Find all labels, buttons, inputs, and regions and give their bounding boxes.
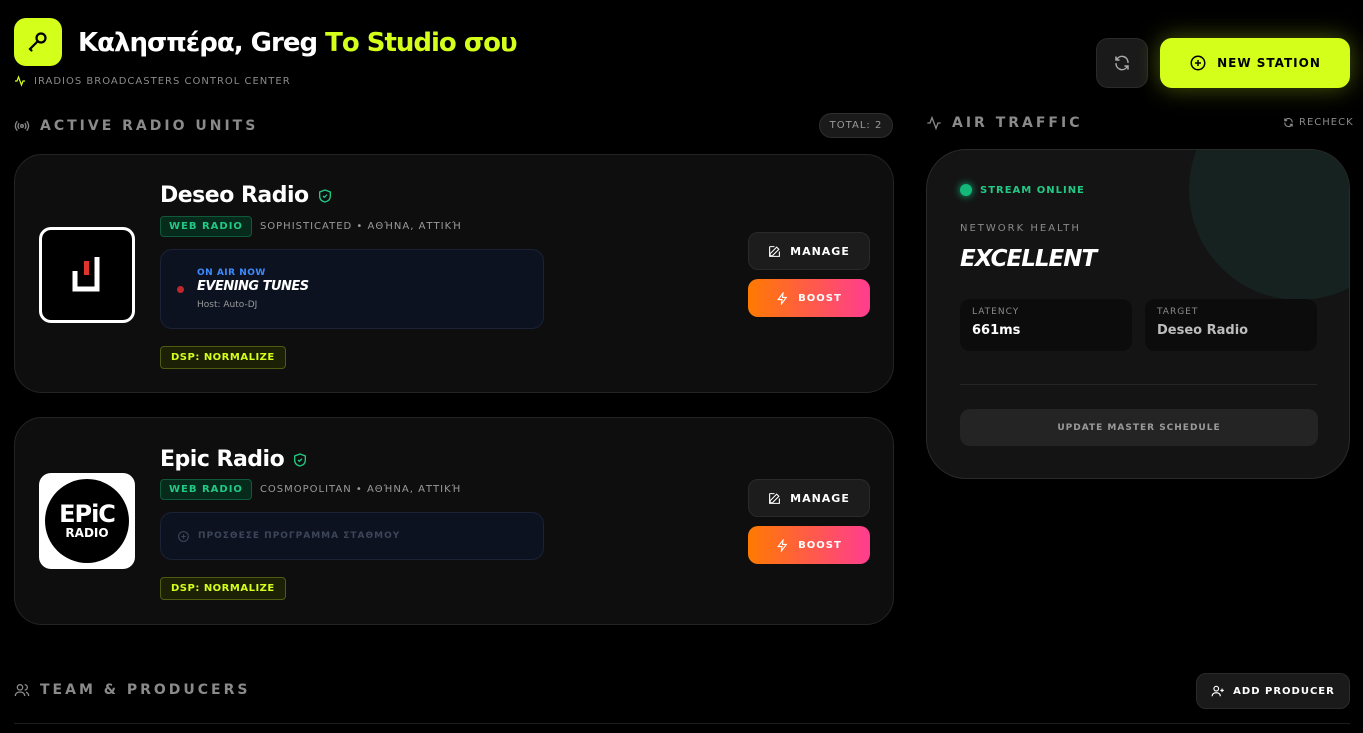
greeting-text: Καλησπέρα, Greg <box>78 28 318 58</box>
users-icon <box>14 684 30 697</box>
on-air-label: ON AIR NOW <box>197 268 266 278</box>
refresh-button[interactable] <box>1096 38 1148 88</box>
user-plus-icon <box>1211 685 1225 697</box>
divider <box>960 384 1317 385</box>
plus-circle-icon <box>178 530 189 542</box>
manage-button[interactable]: MANAGE <box>748 232 870 270</box>
refresh-icon <box>1115 55 1129 71</box>
network-health-value: EXCELLENT <box>960 246 1097 272</box>
station-card-deseo: Deseo Radio WEB RADIO SOPHISTICATED • ΑΘ… <box>14 154 894 393</box>
station-meta: WEB RADIO COSMOPOLITAN • ΑΘΉΝΑ, ΑΤΤΙΚΉ <box>160 479 461 500</box>
edit-icon <box>769 492 781 504</box>
status-dot <box>960 184 972 196</box>
new-station-button[interactable]: NEW STATION <box>1160 38 1350 88</box>
active-units-heading: ACTIVE RADIO UNITS <box>14 118 258 134</box>
show-host: Host: Auto-DJ <box>197 300 258 310</box>
page-subtitle: IRADIOS BROADCASTERS CONTROL CENTER <box>14 75 291 87</box>
epic-logo: EPiC RADIO <box>39 473 135 569</box>
activity-icon <box>15 75 25 87</box>
verified-shield-icon <box>294 452 307 467</box>
station-title: Deseo Radio <box>160 183 333 208</box>
network-health-label: NETWORK HEALTH <box>960 223 1081 234</box>
add-program-button[interactable]: ΠΡΟΣΘΕΣΕ ΠΡΟΓΡΑΜΜΑ ΣΤΑΘΜΟΥ <box>160 512 544 560</box>
dsp-badge: DSP: NORMALIZE <box>160 577 286 600</box>
web-radio-tag: WEB RADIO <box>160 479 252 500</box>
stream-status: STREAM ONLINE <box>960 184 1085 196</box>
show-title: EVENING TUNES <box>197 279 309 294</box>
air-traffic-heading: AIR TRAFFIC <box>926 115 1082 131</box>
total-count-badge: TOTAL: 2 <box>819 113 893 138</box>
team-heading: TEAM & PRODUCERS <box>14 682 250 698</box>
page-title: Καλησπέρα, Greg Το Studio σου <box>78 28 518 58</box>
station-meta: WEB RADIO SOPHISTICATED • ΑΘΉΝΑ, ΑΤΤΙΚΉ <box>160 216 462 237</box>
station-card-epic: EPiC RADIO Epic Radio WEB RADIO COSMOPOL… <box>14 417 894 625</box>
deseo-logo <box>39 227 135 323</box>
refresh-icon <box>1284 117 1293 128</box>
update-master-schedule-button[interactable]: UPDATE MASTER SCHEDULE <box>960 409 1318 446</box>
decorative-glow <box>1189 150 1349 300</box>
divider <box>14 723 1350 724</box>
microphone-icon <box>28 32 47 52</box>
lightning-icon <box>777 538 788 552</box>
edit-icon <box>769 245 781 257</box>
lightning-icon <box>777 291 788 305</box>
app-logo <box>14 18 62 66</box>
station-title: Epic Radio <box>160 447 308 472</box>
plus-circle-icon <box>1190 55 1206 71</box>
studio-title: Το Studio σου <box>325 28 517 58</box>
latency-stat: LATENCY 661ms <box>960 299 1132 351</box>
live-dot <box>177 286 184 293</box>
activity-icon <box>927 115 941 131</box>
target-stat: TARGET Deseo Radio <box>1145 299 1317 351</box>
verified-shield-icon <box>318 188 331 203</box>
add-producer-button[interactable]: ADD PRODUCER <box>1196 673 1350 709</box>
manage-button[interactable]: MANAGE <box>748 479 870 517</box>
boost-button[interactable]: BOOST <box>748 526 870 564</box>
dsp-badge: DSP: NORMALIZE <box>160 346 286 369</box>
web-radio-tag: WEB RADIO <box>160 216 252 237</box>
recheck-button[interactable]: RECHECK <box>1283 117 1354 128</box>
broadcast-icon <box>14 120 30 132</box>
air-traffic-panel: STREAM ONLINE NETWORK HEALTH EXCELLENT L… <box>926 149 1350 479</box>
boost-button[interactable]: BOOST <box>748 279 870 317</box>
on-air-panel[interactable]: ON AIR NOW EVENING TUNES Host: Auto-DJ <box>160 249 544 329</box>
